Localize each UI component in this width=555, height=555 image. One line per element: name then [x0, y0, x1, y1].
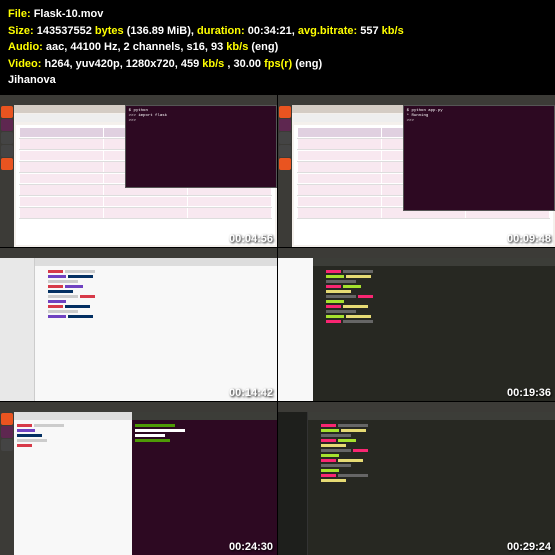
editor-tabs: [35, 258, 277, 266]
thumbnail-6: 00:29:24: [278, 402, 555, 555]
launcher-icon: [1, 106, 13, 118]
window-titlebar: [278, 248, 555, 258]
terminal-right: [132, 412, 277, 555]
launcher-icon: [1, 439, 13, 451]
unity-launcher: [0, 412, 14, 555]
terminal-output: $ python app.py * Running>>>: [404, 106, 554, 128]
file-label: File:: [8, 8, 31, 20]
video-fps: , 30.00: [227, 58, 261, 70]
size-bytes: 143537552: [37, 25, 92, 37]
sublime-editor-left: [14, 412, 132, 555]
file-value: Flask-10.mov: [34, 8, 104, 20]
code-area: [35, 266, 277, 401]
launcher-icon: [1, 426, 13, 438]
audio-unit: kb/s: [226, 41, 248, 53]
media-info-header: File: Flask-10.mov Size: 143537552 bytes…: [0, 0, 555, 95]
code-area: [313, 266, 555, 401]
launcher-icon: [1, 119, 13, 131]
bitrate-label: avg.bitrate:: [298, 25, 357, 37]
launcher-icon: [279, 106, 291, 118]
launcher-icon: [1, 145, 13, 157]
terminal-tabs: [132, 412, 277, 420]
launcher-icon: [279, 119, 291, 131]
thumbnail-4: 00:19:36: [278, 248, 555, 401]
launcher-icon: [279, 145, 291, 157]
terminal-overlay: $ python>>> import flask>>>: [125, 105, 277, 189]
fps-label: fps(r): [264, 58, 292, 70]
editor-tabs: [308, 412, 555, 420]
audio-label: Audio:: [8, 41, 43, 53]
window-titlebar: [278, 95, 555, 105]
timestamp-label: 00:24:30: [229, 541, 273, 553]
window-titlebar: [278, 402, 555, 412]
timestamp-label: 00:04:56: [229, 233, 273, 245]
thumbnail-1: $ python>>> import flask>>> 00:04:56: [0, 95, 277, 248]
launcher-icon: [1, 132, 13, 144]
thumbnail-3: 00:14:42: [0, 248, 277, 401]
timestamp-label: 00:29:24: [507, 541, 551, 553]
bitrate-unit: kb/s: [382, 25, 404, 37]
editor-tabs: [313, 258, 555, 266]
audio-end: (eng): [251, 41, 278, 53]
bytes-text: bytes: [95, 25, 124, 37]
launcher-icon: [279, 158, 291, 170]
duration-value: 00:34:21,: [248, 25, 295, 37]
terminal-overlay: $ python app.py * Running>>>: [403, 105, 555, 212]
terminal-output: [132, 420, 277, 555]
bitrate-value: 557: [360, 25, 378, 37]
video-end: (eng): [295, 58, 322, 70]
editor-sidebar: [278, 412, 308, 555]
thumbnail-grid: $ python>>> import flask>>> 00:04:56: [0, 95, 555, 555]
size-mib: (136.89 MiB),: [127, 25, 194, 37]
unity-launcher: [0, 105, 14, 248]
window-titlebar: [0, 248, 277, 258]
video-value: h264, yuv420p, 1280x720, 459: [44, 58, 199, 70]
terminal-output: $ python>>> import flask>>>: [126, 106, 276, 128]
sublime-editor-dark: [313, 258, 555, 401]
window-titlebar: [0, 402, 277, 412]
audio-value: aac, 44100 Hz, 2 channels, s16, 93: [46, 41, 223, 53]
launcher-icon: [1, 158, 13, 170]
duration-label: duration:: [197, 25, 245, 37]
launcher-icon: [279, 132, 291, 144]
author: Jihanova: [8, 72, 547, 89]
window-titlebar: [0, 95, 277, 105]
code-area: [308, 420, 555, 555]
timestamp-label: 00:19:36: [507, 387, 551, 399]
size-label: Size:: [8, 25, 34, 37]
editor-tabs: [14, 412, 132, 420]
code-area: [14, 420, 132, 555]
editor-sidebar: [0, 258, 35, 401]
video-label: Video:: [8, 58, 41, 70]
editor-sidebar-list: [278, 258, 313, 401]
timestamp-label: 00:09:48: [507, 233, 551, 245]
launcher-icon: [1, 413, 13, 425]
thumbnail-5: 00:24:30: [0, 402, 277, 555]
unity-launcher: [278, 105, 292, 248]
timestamp-label: 00:14:42: [229, 387, 273, 399]
thumbnail-2: $ python app.py * Running>>> 00:09:48: [278, 95, 555, 248]
sublime-editor: [0, 258, 277, 401]
video-unit: kb/s: [202, 58, 224, 70]
sublime-editor-dark: [308, 412, 555, 555]
